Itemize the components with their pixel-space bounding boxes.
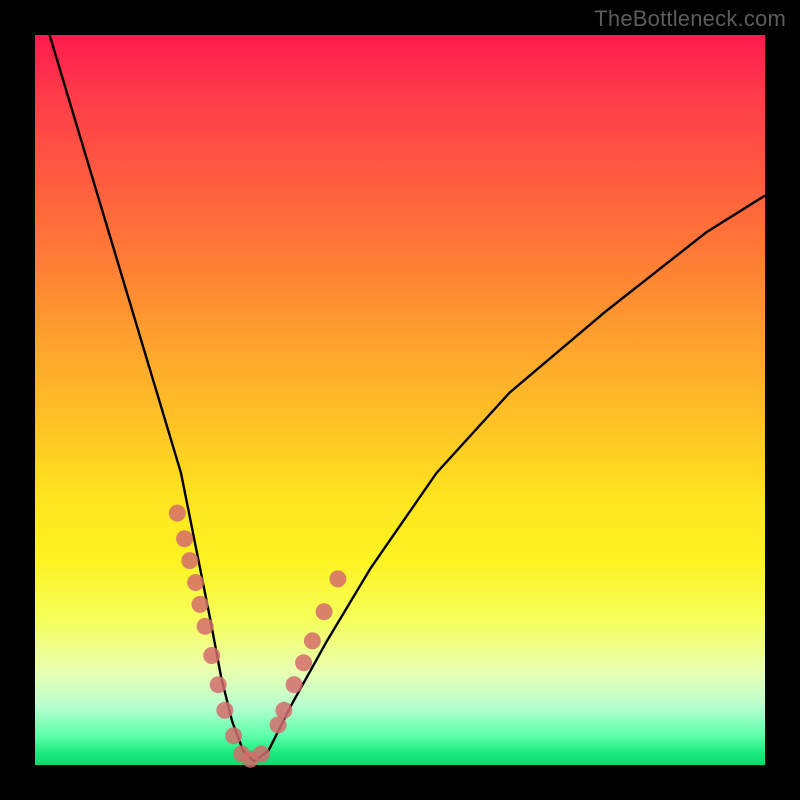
chart-plot-area (35, 35, 765, 765)
data-dot (197, 618, 214, 635)
data-dot (286, 676, 303, 693)
data-dot (210, 676, 227, 693)
data-dot (295, 654, 312, 671)
data-dot (181, 552, 198, 569)
data-dot (275, 702, 292, 719)
data-dot (225, 727, 242, 744)
data-dot (187, 574, 204, 591)
watermark-text: TheBottleneck.com (594, 6, 786, 32)
data-dot (329, 570, 346, 587)
chart-svg (35, 35, 765, 765)
data-dot (216, 702, 233, 719)
data-dot (316, 603, 333, 620)
data-dot (253, 746, 270, 763)
data-dot (176, 530, 193, 547)
chart-frame: TheBottleneck.com (0, 0, 800, 800)
data-dot (192, 596, 209, 613)
data-dot (203, 647, 220, 664)
data-dot (270, 716, 287, 733)
data-dot (169, 505, 186, 522)
data-dot (304, 632, 321, 649)
bottleneck-curve (50, 35, 765, 761)
